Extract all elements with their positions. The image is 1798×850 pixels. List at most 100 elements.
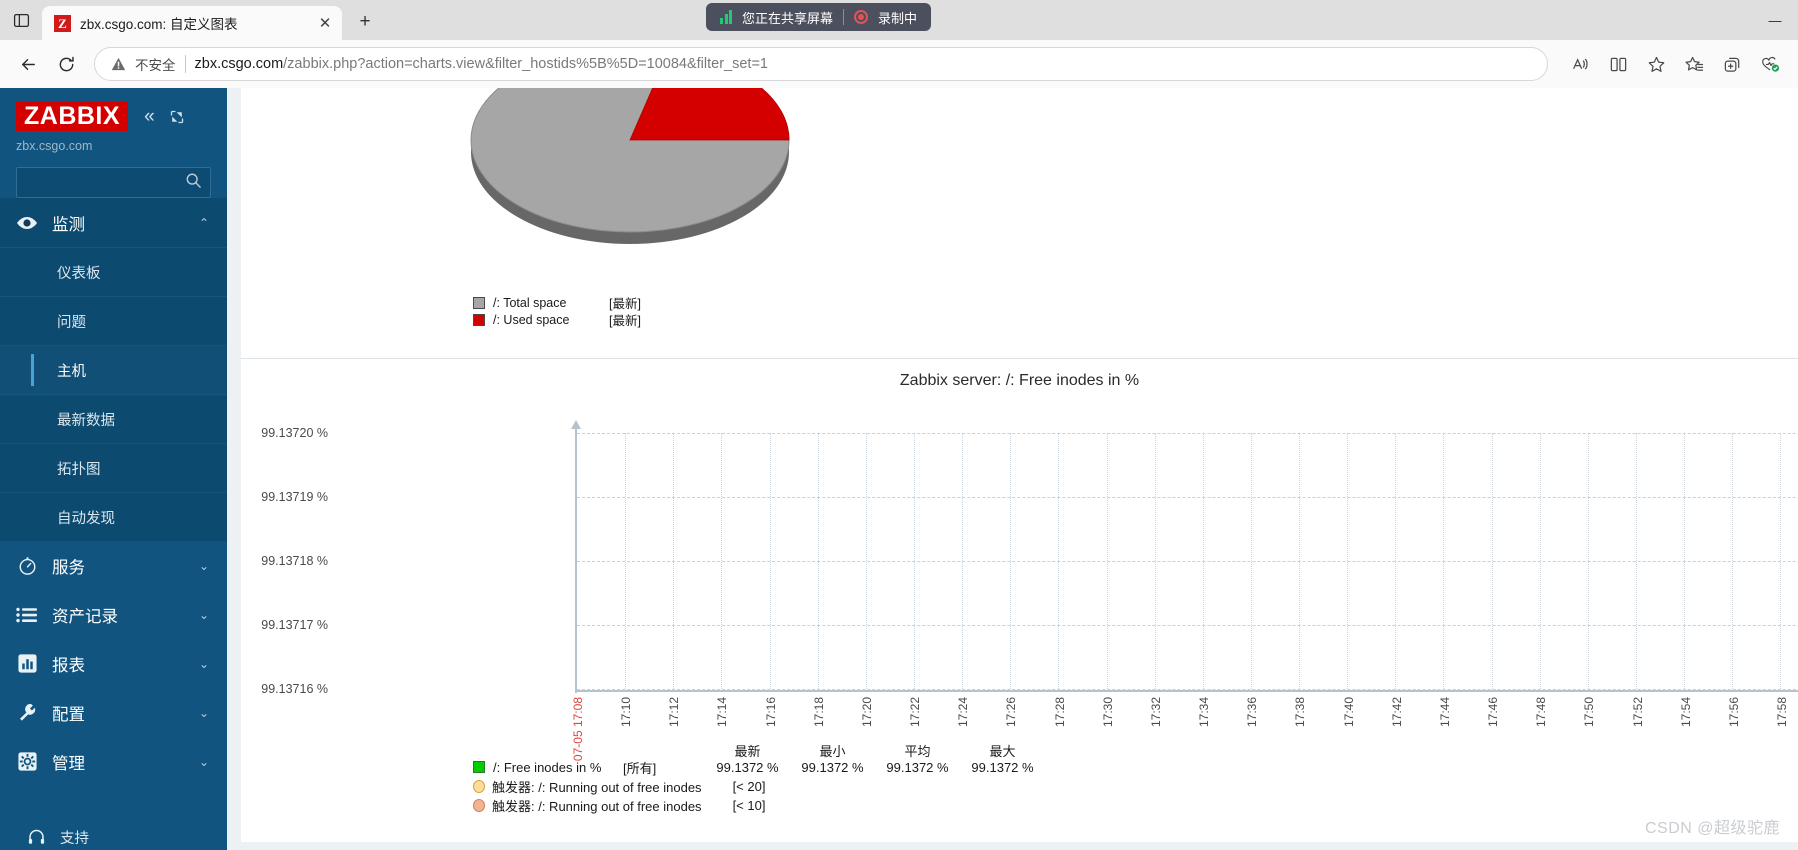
- favorite-star-icon[interactable]: [1638, 46, 1674, 82]
- column-header-last: 最新: [734, 744, 761, 759]
- url-path: /zabbix.php?action=charts.view&filter_ho…: [283, 56, 768, 72]
- sidebar-item-reports[interactable]: 报表 ⌄: [0, 639, 227, 688]
- y-tick-label: 99.13718 %: [261, 554, 328, 568]
- clock-icon: [16, 555, 38, 577]
- disk-space-pie-chart: [470, 88, 791, 252]
- x-tick-label: 17:40: [1342, 697, 1356, 728]
- sidebar-item-discovery[interactable]: 自动发现: [0, 492, 227, 541]
- x-tick-label: 17:52: [1631, 697, 1645, 728]
- sidebar-item-administration[interactable]: 管理 ⌄: [0, 737, 227, 786]
- tab-list-icon[interactable]: [0, 0, 42, 40]
- wrench-icon: [16, 702, 38, 724]
- back-button[interactable]: [10, 46, 46, 82]
- sidebar-item-maps[interactable]: 拓扑图: [0, 443, 227, 492]
- sidebar-hostname: zbx.csgo.com: [16, 139, 93, 154]
- sharing-bars-icon: [720, 10, 732, 24]
- x-tick-label: 17:22: [908, 697, 922, 728]
- sidebar-item-label: 配置: [52, 705, 85, 724]
- navigation-bar: 不安全 zbx.csgo.com/zabbix.php?action=chart…: [0, 40, 1798, 88]
- zabbix-logo[interactable]: ZABBIX: [16, 102, 129, 132]
- recording-icon: [854, 10, 869, 24]
- legend-row: /: Total space [最新]: [473, 294, 641, 311]
- tab-title: zbx.csgo.com: 自定义图表: [80, 17, 238, 32]
- collapse-sidebar-icon[interactable]: «: [144, 106, 155, 128]
- pie-chart-legend: /: Total space [最新] /: Used space [最新]: [473, 294, 641, 328]
- trigger-threshold: [< 10]: [732, 798, 766, 813]
- browser-toolbar: [1558, 46, 1788, 82]
- chevron-down-icon: ⌄: [198, 705, 209, 720]
- x-tick-label: 17:32: [1149, 697, 1163, 728]
- chart-title: Zabbix server: /: Free inodes in %: [899, 372, 1140, 389]
- collections-icon[interactable]: [1676, 46, 1712, 82]
- close-icon[interactable]: ✕: [314, 12, 336, 34]
- new-tab-button[interactable]: +: [350, 7, 380, 37]
- trigger-row: 触发器: /: Running out of free inodes [< 10…: [473, 797, 1045, 814]
- tab-strip: Z zbx.csgo.com: 自定义图表 ✕ + 您正在共享屏幕 录制中 —: [0, 0, 1798, 40]
- y-tick-label: 99.13720 %: [261, 426, 328, 440]
- browser-essentials-icon[interactable]: [1752, 46, 1788, 82]
- legend-label: /: Used space: [493, 312, 570, 327]
- y-tick-label: 99.13716 %: [261, 682, 328, 696]
- x-tick-label: 17:26: [1004, 697, 1018, 728]
- legend-item-scope: [所有]: [623, 760, 657, 776]
- add-tab-group-icon[interactable]: [1714, 46, 1750, 82]
- sidebar-item-latest-data[interactable]: 最新数据: [0, 394, 227, 443]
- sidebar-item-label: 报表: [52, 656, 85, 675]
- legend-swatch-free-inodes: [473, 761, 493, 773]
- legend-data-row: /: Free inodes in % [所有] 99.1372 % 99.13…: [473, 758, 1045, 776]
- column-header-avg: 平均: [904, 744, 931, 759]
- page-body: ZABBIX « zbx.csgo.com 监测 ⌃ 仪表板 问题 主机 最新数…: [0, 88, 1798, 850]
- sidebar-item-inventory[interactable]: 资产记录 ⌄: [0, 590, 227, 639]
- x-tick-label: 17:44: [1438, 697, 1452, 728]
- sidebar-item-label: 支持: [60, 830, 89, 847]
- sidebar-item-label: 服务: [52, 558, 85, 577]
- sidebar-item-hosts[interactable]: 主机: [0, 345, 227, 395]
- sidebar-item-problems[interactable]: 问题: [0, 296, 227, 345]
- pill-divider: [843, 9, 845, 25]
- legend-row: /: Used space [最新]: [473, 311, 641, 328]
- read-aloud-icon[interactable]: [1562, 46, 1598, 82]
- search-icon[interactable]: [185, 172, 202, 194]
- legend-value-avg: 99.1372 %: [886, 759, 949, 775]
- sidebar-item-dashboard[interactable]: 仪表板: [0, 247, 227, 296]
- csdn-watermark: CSDN @超级驼鹿: [1644, 820, 1780, 837]
- sidebar-item-services[interactable]: 服务 ⌄: [0, 541, 227, 590]
- zabbix-favicon: Z: [54, 14, 71, 32]
- x-tick-label: 17:24: [956, 697, 970, 728]
- legend-header-row: 最新 最小 平均 最大: [473, 741, 1045, 759]
- sidebar-item-configuration[interactable]: 配置 ⌄: [0, 688, 227, 737]
- split-screen-icon[interactable]: [1600, 46, 1636, 82]
- browser-window: Z zbx.csgo.com: 自定义图表 ✕ + 您正在共享屏幕 录制中 —: [0, 0, 1798, 850]
- pie-chart-block: /: Total space [最新] /: Used space [最新]: [241, 88, 1798, 353]
- recording-text: 录制中: [878, 10, 918, 26]
- minimize-button[interactable]: —: [1752, 0, 1798, 40]
- x-axis: [575, 690, 1798, 692]
- x-tick-label: 17:48: [1534, 697, 1548, 728]
- browser-tab[interactable]: Z zbx.csgo.com: 自定义图表 ✕: [42, 6, 342, 40]
- legend-value-max: 99.1372 %: [971, 759, 1034, 775]
- legend-label: /: Total space: [493, 295, 567, 310]
- sidebar-search[interactable]: [16, 167, 211, 199]
- search-input[interactable]: [25, 175, 185, 191]
- sidebar-item-monitoring[interactable]: 监测 ⌃: [0, 198, 227, 248]
- legend-value-min: 99.1372 %: [801, 759, 864, 775]
- x-tick-label: 17:30: [1101, 697, 1115, 728]
- trigger-row: 触发器: /: Running out of free inodes [< 20…: [473, 778, 1045, 795]
- list-icon: [16, 604, 38, 626]
- expand-icon[interactable]: [169, 109, 185, 125]
- screen-share-indicator[interactable]: 您正在共享屏幕 录制中: [706, 3, 932, 31]
- x-tick-label: 17:28: [1053, 697, 1067, 728]
- sidebar-item-label: 监测: [52, 215, 85, 234]
- column-header-min: 最小: [819, 744, 846, 759]
- reload-button[interactable]: [48, 46, 84, 82]
- x-tick-label: 17:58: [1775, 697, 1789, 728]
- chevron-down-icon: ⌄: [198, 656, 209, 671]
- address-bar[interactable]: 不安全 zbx.csgo.com/zabbix.php?action=chart…: [94, 47, 1548, 81]
- y-tick-label: 99.13717 %: [261, 618, 328, 632]
- line-chart-block: Zabbix server: /: Free inodes in % 99.13…: [241, 359, 1798, 850]
- x-tick-label: 17:12: [667, 697, 681, 728]
- chart-plot-area: [577, 433, 1798, 690]
- sidebar: ZABBIX « zbx.csgo.com 监测 ⌃ 仪表板 问题 主机 最新数…: [0, 88, 227, 850]
- sidebar-item-support[interactable]: 支持: [0, 812, 227, 850]
- url-host: zbx.csgo.com: [194, 56, 284, 72]
